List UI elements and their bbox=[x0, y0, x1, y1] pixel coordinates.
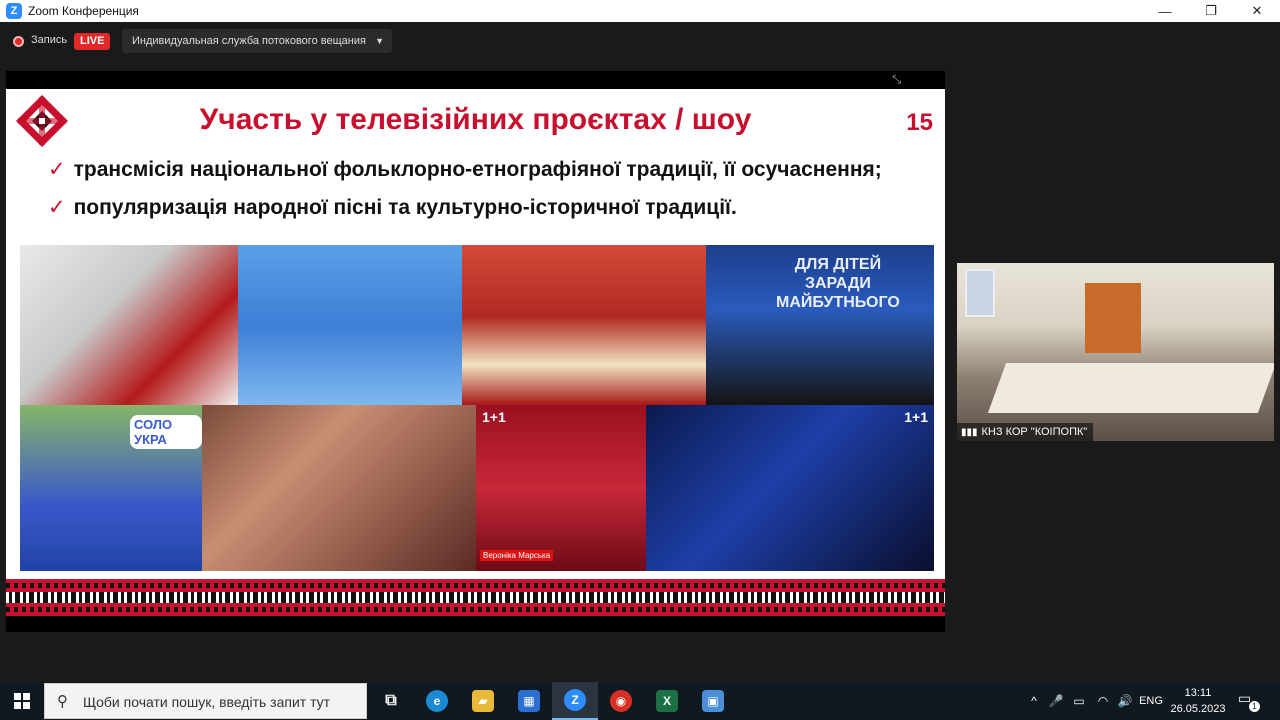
signal-bars-icon: ▮▮▮ bbox=[961, 427, 978, 438]
slide-number: 15 bbox=[906, 109, 933, 136]
photo-caption: ДЛЯ ДІТЕЙ ЗАРАДИ МАЙБУТНЬОГО bbox=[776, 256, 900, 311]
participant-name-tag: ▮▮▮ КНЗ КОР "КОІПОПК" bbox=[957, 423, 1094, 441]
language-indicator[interactable]: ENG bbox=[1136, 682, 1166, 720]
photo-folk-ensemble bbox=[20, 245, 240, 405]
zoom-button[interactable]: Z bbox=[552, 682, 598, 720]
photos-icon: ▣ bbox=[702, 690, 724, 712]
recording-bar: Запись LIVE Индивидуальная служба потоко… bbox=[0, 22, 1280, 62]
windows-logo-icon bbox=[14, 693, 30, 709]
task-view-icon: ⧉ bbox=[380, 690, 402, 712]
search-icon: ⚲ bbox=[57, 693, 68, 710]
chevron-down-icon: ▼ bbox=[375, 36, 384, 46]
photo-girl-stage: 1+1 bbox=[646, 405, 934, 571]
record-icon[interactable] bbox=[13, 36, 24, 47]
photo-caption: СОЛО УКРА bbox=[130, 415, 202, 449]
channel-logo: 1+1 bbox=[482, 409, 506, 425]
slide-bullet: ✓ трансмісія національної фольклорно-етно… bbox=[48, 158, 882, 181]
store-button[interactable]: ▦ bbox=[506, 682, 552, 720]
chrome-icon: ◉ bbox=[610, 690, 632, 712]
record-label[interactable]: Запись bbox=[31, 34, 67, 46]
file-explorer-icon: ▰ bbox=[472, 690, 494, 712]
start-button[interactable] bbox=[0, 682, 44, 720]
participant-video[interactable]: ▮▮▮ КНЗ КОР "КОІПОПК" bbox=[957, 263, 1274, 441]
search-placeholder: Щоби почати пошук, введіть запит тут bbox=[83, 694, 331, 710]
task-view-button[interactable]: ⧉ bbox=[368, 682, 414, 720]
taskbar-search-box[interactable]: ⚲ Щоби почати пошук, введіть запит тут bbox=[44, 683, 367, 719]
volume-icon: 🔊 bbox=[1117, 694, 1133, 708]
stream-service-dropdown[interactable]: Индивидуальная служба потокового вещания… bbox=[122, 29, 392, 53]
channel-logo: 1+1 bbox=[904, 409, 928, 425]
battery-tray[interactable]: ▭ bbox=[1068, 682, 1090, 720]
chevron-up-icon: ^ bbox=[1031, 694, 1037, 708]
title-bar: Z Zoom Конференция — ❐ ✕ bbox=[0, 0, 1280, 22]
check-icon: ✓ bbox=[48, 196, 66, 219]
window-title: Zoom Конференция bbox=[28, 4, 139, 18]
clock-date: 26.05.2023 bbox=[1170, 703, 1226, 715]
live-badge: LIVE bbox=[74, 33, 111, 50]
check-icon: ✓ bbox=[48, 158, 66, 181]
excel-icon: X bbox=[656, 690, 678, 712]
edge-button[interactable]: e bbox=[414, 682, 460, 720]
close-button[interactable]: ✕ bbox=[1234, 0, 1280, 22]
notifications-button[interactable]: ▭ 1 bbox=[1238, 690, 1260, 712]
photo-children-choir: ДЛЯ ДІТЕЙ ЗАРАДИ МАЙБУТНЬОГО bbox=[706, 245, 934, 405]
slide-title: Участь у телевізійних проєктах / шоу bbox=[199, 103, 752, 136]
presentation-slide: Участь у телевізійних проєктах / шоу 15 … bbox=[6, 89, 945, 616]
store-icon: ▦ bbox=[518, 690, 540, 712]
minimize-button[interactable]: — bbox=[1142, 0, 1188, 22]
folk-ornament-band bbox=[6, 579, 945, 616]
photo-girl-closeup bbox=[202, 405, 478, 571]
microphone-icon: 🎤 bbox=[1048, 694, 1064, 708]
excel-button[interactable]: X bbox=[644, 682, 690, 720]
file-explorer-button[interactable]: ▰ bbox=[460, 682, 506, 720]
taskbar-clock[interactable]: 13:11 26.05.2023 bbox=[1166, 685, 1230, 717]
windows-taskbar: ⚲ Щоби почати пошук, введіть запит тут ⧉… bbox=[0, 682, 1280, 720]
notification-badge: 1 bbox=[1249, 701, 1260, 712]
shared-screen: ⤡ Участь у телевізійних проєктах / шоу 1… bbox=[6, 71, 945, 632]
contestant-name: Вероніка Марська bbox=[480, 550, 554, 561]
chrome-button[interactable]: ◉ bbox=[598, 682, 644, 720]
stream-service-label: Индивидуальная служба потокового вещания bbox=[132, 35, 366, 47]
photos-button[interactable]: ▣ bbox=[690, 682, 736, 720]
zoom-icon: Z bbox=[564, 689, 586, 711]
wifi-tray[interactable]: ◠ bbox=[1092, 682, 1114, 720]
photo-stage-performance bbox=[238, 245, 464, 405]
maximize-button[interactable]: ❐ bbox=[1188, 0, 1234, 22]
wifi-icon: ◠ bbox=[1097, 694, 1109, 708]
photo-voice-kids: 1+1 Вероніка Марська bbox=[476, 405, 648, 571]
volume-tray[interactable]: 🔊 bbox=[1114, 682, 1136, 720]
slide-bullet: ✓ популяризація народної пісні та культур… bbox=[48, 196, 737, 219]
edge-icon: e bbox=[426, 690, 448, 712]
show-hidden-icons-button[interactable]: ^ bbox=[1024, 682, 1044, 720]
battery-icon: ▭ bbox=[1073, 694, 1085, 708]
collapse-icon[interactable]: ⤡ bbox=[892, 74, 901, 87]
clock-time: 13:11 bbox=[1184, 687, 1212, 699]
microphone-tray[interactable]: 🎤 bbox=[1046, 682, 1066, 720]
photo-girl-singing: СОЛО УКРА bbox=[20, 405, 202, 571]
zoom-logo-icon: Z bbox=[6, 3, 22, 19]
photo-costumed-choir bbox=[462, 245, 706, 405]
